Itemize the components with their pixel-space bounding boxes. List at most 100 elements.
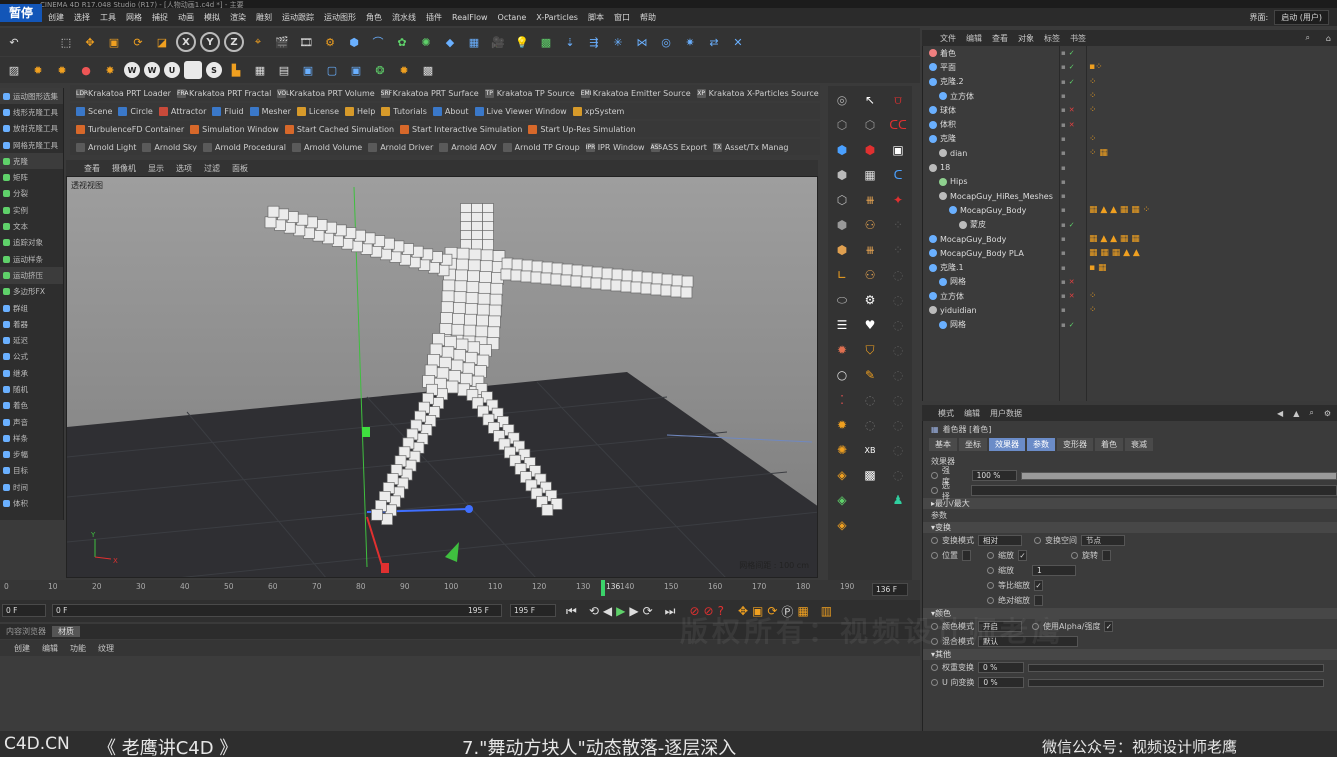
arnold-procedural-button[interactable]: Arnold Procedural <box>203 142 286 152</box>
y-axis-handle[interactable] <box>362 427 370 437</box>
ipr-window-button[interactable]: IPR IPR Window <box>585 142 645 152</box>
sun-gear-icon[interactable]: ✹ <box>394 60 414 80</box>
layer-dot-icon[interactable]: ▪ <box>1061 49 1066 57</box>
krakatoa-emitter-source-button[interactable]: EMI Krakatoa Emitter Source <box>580 88 691 98</box>
minmax-section[interactable]: ▸ 最小/最大 <box>923 498 1337 509</box>
search-icon[interactable]: ⌕ <box>1305 33 1309 43</box>
palette-item[interactable]: 时间 <box>0 479 63 495</box>
object-tags[interactable]: ⁘ <box>1089 134 1097 144</box>
scene-button[interactable]: Scene <box>76 106 112 116</box>
viewport-menu-filter[interactable]: 过滤 <box>204 163 220 174</box>
position-checkbox[interactable] <box>962 550 971 561</box>
palette-item[interactable]: 声音 <box>0 414 63 430</box>
frame-icon[interactable]: ▣ <box>886 139 910 161</box>
help-button[interactable]: Help <box>345 106 375 116</box>
grid-snap-icon[interactable]: ▦ <box>250 60 270 80</box>
tab-falloff[interactable]: 衰减 <box>1125 437 1153 451</box>
license-button[interactable]: License <box>296 106 339 116</box>
object-status-icon[interactable]: ✓ <box>1069 221 1075 229</box>
layer-dot-icon[interactable]: ▪ <box>1061 92 1066 100</box>
am-menu-userdata[interactable]: 用户数据 <box>990 408 1022 419</box>
settings-icon[interactable]: ⚙ <box>1324 409 1331 418</box>
stripes-icon[interactable]: ☰ <box>830 314 854 336</box>
modifier-icon[interactable]: ⇶ <box>584 32 604 52</box>
mat-menu-function[interactable]: 功能 <box>70 643 86 654</box>
layer-dot-icon[interactable]: ▪ <box>1061 178 1066 186</box>
viewport-menu-display[interactable]: 显示 <box>148 163 164 174</box>
layer-dot-icon[interactable]: ▪ <box>1061 135 1066 143</box>
object-row[interactable]: 立方体 ▪ ⁘ <box>923 89 1337 103</box>
solo-icon[interactable]: ▙ <box>226 60 246 80</box>
menu-snap[interactable]: 捕捉 <box>152 12 168 23</box>
om-menu-edit[interactable]: 编辑 <box>966 33 982 44</box>
layer-dot-icon[interactable]: ▪ <box>1061 164 1066 172</box>
object-visibility-flags[interactable]: ▪ ✕ <box>1061 121 1075 129</box>
object-row[interactable]: 着色 ▪ ✓ <box>923 46 1337 60</box>
object-row[interactable]: MocapGuy_Body ▪ ▦ ▲ ▲ ▦ ▦ <box>923 232 1337 246</box>
scale-radio[interactable] <box>987 552 994 559</box>
back-arrow-icon[interactable]: ◀ <box>1277 409 1283 418</box>
object-visibility-flags[interactable]: ▪ <box>1061 164 1069 172</box>
rotate-checkbox[interactable] <box>1102 550 1111 561</box>
menu-render[interactable]: 渲染 <box>230 12 246 23</box>
photo-icon[interactable]: ▣ <box>346 60 366 80</box>
uniform-scale-checkbox[interactable]: ✓ <box>1034 580 1043 591</box>
object-row[interactable]: 18 ▪ <box>923 160 1337 174</box>
next-key-icon[interactable]: ⟳ <box>643 604 653 618</box>
diamond-green-icon[interactable]: ◈ <box>830 489 854 511</box>
viewport-menu-camera[interactable]: 摄像机 <box>112 163 136 174</box>
other-section[interactable]: ▾ 其他 <box>923 649 1337 660</box>
object-tags[interactable]: ⁘ <box>1089 291 1097 301</box>
material-area[interactable] <box>0 656 920 731</box>
layer-dot-icon[interactable]: ▪ <box>1061 206 1066 214</box>
krakatoa-tp-source-button[interactable]: TP Krakatoa TP Source <box>484 88 575 98</box>
mat-menu-texture[interactable]: 纹理 <box>98 643 114 654</box>
object-visibility-flags[interactable]: ▪ <box>1061 149 1069 157</box>
search-icon[interactable]: ⌕ <box>1309 408 1313 418</box>
palette-item[interactable]: 体积 <box>0 495 63 511</box>
dark-tool-j-icon[interactable]: ◌ <box>886 439 910 461</box>
object-status-icon[interactable]: ✕ <box>1069 106 1075 114</box>
circle-button[interactable]: Circle <box>118 106 153 116</box>
om-menu-tags[interactable]: 标签 <box>1044 33 1060 44</box>
object-visibility-flags[interactable]: ▪ <box>1061 249 1069 257</box>
prev-frame-icon[interactable]: ◀ <box>603 604 612 618</box>
palette-item[interactable]: 多边形FX <box>0 284 63 300</box>
object-visibility-flags[interactable]: ▪ ✓ <box>1061 321 1075 329</box>
workplane-icon[interactable]: ▤ <box>274 60 294 80</box>
palette-item[interactable]: 分裂 <box>0 186 63 202</box>
menu-script[interactable]: 脚本 <box>588 12 604 23</box>
object-status-icon[interactable]: ✓ <box>1069 63 1075 71</box>
menu-mesh[interactable]: 网格 <box>126 12 142 23</box>
absolute-scale-checkbox[interactable] <box>1034 595 1043 606</box>
object-status-icon[interactable]: ✕ <box>1069 292 1075 300</box>
ghost-tool-icon[interactable]: ◌ <box>858 389 882 411</box>
magnet-red-icon[interactable]: ⩌ <box>886 89 910 111</box>
simulation-window-button[interactable]: Simulation Window <box>190 124 279 134</box>
palette-item[interactable]: 继承 <box>0 365 63 381</box>
tab-deformer[interactable]: 变形器 <box>1057 437 1093 451</box>
arnold-light-button[interactable]: Arnold Light <box>76 142 136 152</box>
layer-dot-icon[interactable]: ▪ <box>1061 292 1066 300</box>
strength-radio[interactable] <box>931 472 938 479</box>
render-view-icon[interactable]: 🎬 <box>272 32 292 52</box>
globe-icon[interactable]: ❂ <box>370 60 390 80</box>
start-frame-field[interactable]: 0 F <box>2 604 46 617</box>
burst-icon[interactable]: ✸ <box>100 60 120 80</box>
position-radio[interactable] <box>931 552 938 559</box>
white-square-icon[interactable] <box>184 61 202 79</box>
z-axis-icon[interactable]: Z <box>224 32 244 52</box>
om-menu-objects[interactable]: 对象 <box>1018 33 1034 44</box>
object-visibility-flags[interactable]: ▪ ✓ <box>1061 221 1075 229</box>
object-visibility-flags[interactable]: ▪ ✓ <box>1061 78 1075 86</box>
object-row[interactable]: Hips ▪ <box>923 175 1337 189</box>
tutorials-button[interactable]: Tutorials <box>381 106 427 116</box>
palette-item[interactable]: 运动样条 <box>0 251 63 267</box>
object-visibility-flags[interactable]: ▪ <box>1061 306 1069 314</box>
object-status-icon[interactable]: ✕ <box>1069 278 1075 286</box>
arnold-tp-group-button[interactable]: Arnold TP Group <box>502 142 580 152</box>
cube-icon[interactable]: ⬢ <box>344 32 364 52</box>
red-cube-icon[interactable]: ⬢ <box>858 139 882 161</box>
viewport-menu-view[interactable]: 查看 <box>84 163 100 174</box>
tab-parameter[interactable]: 参数 <box>1027 437 1055 451</box>
